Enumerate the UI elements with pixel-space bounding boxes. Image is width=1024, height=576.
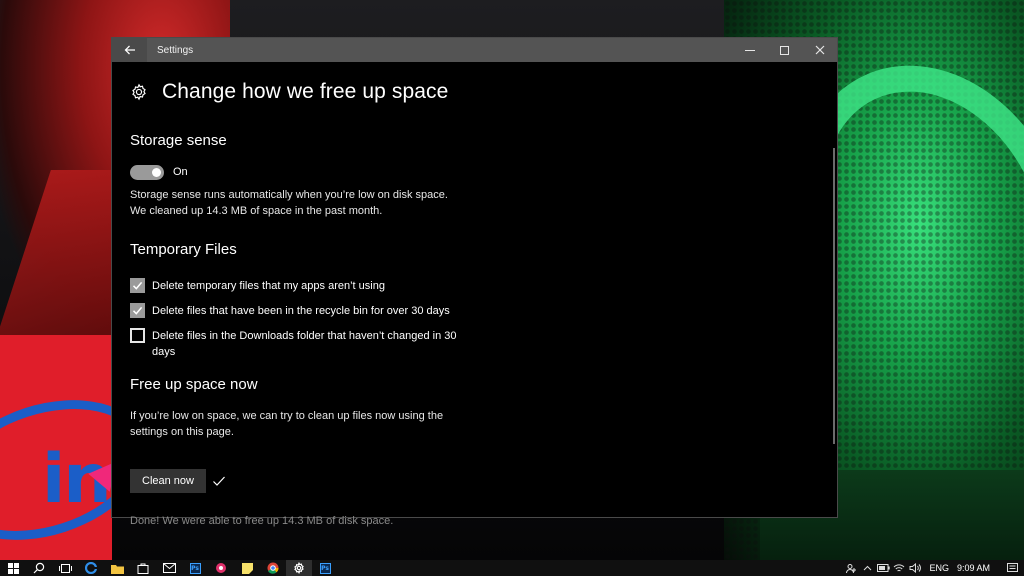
recycle-bin-label: Delete files that have been in the recyc… (152, 305, 450, 317)
recycle-bin-checkbox[interactable] (130, 303, 145, 318)
settings-gear-icon (294, 562, 304, 574)
temporary-files-heading: Temporary Files (130, 241, 237, 258)
search-icon (33, 562, 45, 574)
windows-logo-icon (7, 562, 19, 574)
sticky-notes-icon (241, 562, 253, 574)
photoshop-icon: Ps (189, 562, 201, 574)
people-icon (845, 563, 856, 573)
taskbar: Ps Ps ENG 9:09 AM (0, 560, 1024, 576)
taskbar-red-app[interactable] (208, 560, 234, 576)
close-icon (815, 45, 824, 55)
scrollbar[interactable] (833, 148, 835, 444)
task-view-icon (58, 563, 72, 573)
system-tray: ENG 9:09 AM (843, 560, 1024, 576)
wifi-icon (894, 564, 905, 572)
result-message: Done! We were able to free up 14.3 MB of… (130, 515, 394, 527)
settings-window: Settings Change how we free up space Sto… (111, 37, 838, 527)
recycle-bin-option[interactable]: Delete files that have been in the recyc… (130, 303, 482, 319)
battery-button[interactable] (875, 560, 891, 576)
maximize-button[interactable] (767, 38, 802, 62)
search-button[interactable] (26, 560, 52, 576)
storage-sense-toggle[interactable] (130, 165, 164, 180)
clean-now-button[interactable]: Clean now (130, 469, 206, 493)
taskbar-settings[interactable] (286, 560, 312, 576)
photoshop-icon: Ps (319, 562, 331, 574)
storage-sense-description-line1: Storage sense runs automatically when yo… (130, 189, 448, 201)
downloads-label: Delete files in the Downloads folder tha… (152, 330, 457, 358)
back-button[interactable] (112, 38, 147, 62)
free-up-description: If you’re low on space, we can try to cl… (130, 410, 444, 438)
chrome-icon (267, 562, 279, 574)
chevron-up-icon (863, 565, 872, 571)
done-check-icon (213, 476, 225, 486)
checkmark-icon (132, 281, 143, 290)
show-hidden-icons-button[interactable] (859, 560, 875, 576)
maximize-icon (780, 45, 789, 55)
taskbar-store[interactable] (130, 560, 156, 576)
window-title: Settings (157, 44, 194, 56)
task-view-button[interactable] (52, 560, 78, 576)
gear-icon (132, 83, 146, 101)
storage-sense-description: Storage sense runs automatically when yo… (130, 187, 448, 219)
temp-files-option[interactable]: Delete temporary files that my apps aren… (130, 278, 482, 294)
free-up-space-heading: Free up space now (130, 376, 258, 393)
taskbar-chrome[interactable] (260, 560, 286, 576)
language-indicator[interactable]: ENG (929, 563, 949, 573)
taskbar-photoshop-1[interactable]: Ps (182, 560, 208, 576)
action-center-button[interactable] (1004, 560, 1020, 576)
taskbar-file-explorer[interactable] (104, 560, 130, 576)
mail-icon (162, 563, 176, 573)
minimize-button[interactable] (732, 38, 767, 62)
page-title: Change how we free up space (162, 80, 449, 103)
toggle-knob (152, 168, 161, 177)
storage-sense-heading: Storage sense (130, 132, 227, 149)
taskbar-edge[interactable] (78, 560, 104, 576)
battery-icon (876, 564, 890, 572)
network-button[interactable] (891, 560, 907, 576)
speaker-icon (909, 563, 922, 573)
folder-icon (110, 564, 124, 574)
taskbar-sticky-notes[interactable] (234, 560, 260, 576)
close-button[interactable] (802, 38, 837, 62)
start-button[interactable] (0, 560, 26, 576)
toggle-state-label: On (173, 166, 188, 178)
edge-icon (85, 562, 97, 574)
page-header: Change how we free up space (130, 80, 448, 104)
taskbar-clock[interactable]: 9:09 AM (957, 563, 990, 573)
temp-files-checkbox[interactable] (130, 278, 145, 293)
minimize-icon (744, 49, 755, 51)
taskbar-photoshop-2[interactable]: Ps (312, 560, 338, 576)
downloads-checkbox[interactable] (130, 328, 145, 343)
taskbar-mail[interactable] (156, 560, 182, 576)
title-bar[interactable]: Settings (112, 38, 837, 62)
back-arrow-icon (124, 45, 135, 55)
people-button[interactable] (843, 560, 859, 576)
downloads-option[interactable]: Delete files in the Downloads folder tha… (130, 328, 482, 360)
temp-files-label: Delete temporary files that my apps aren… (152, 280, 385, 292)
notification-icon (1006, 562, 1018, 572)
storage-sense-description-line2: We cleaned up 14.3 MB of space in the pa… (130, 205, 383, 217)
red-app-icon (216, 563, 226, 573)
volume-button[interactable] (907, 560, 923, 576)
checkmark-icon (132, 306, 143, 315)
store-bag-icon (137, 563, 149, 574)
settings-content: Change how we free up space Storage sens… (112, 62, 837, 527)
